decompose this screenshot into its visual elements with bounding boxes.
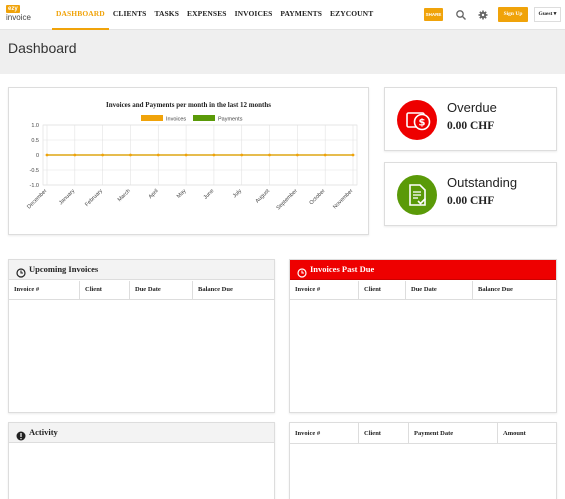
data-point — [212, 153, 216, 157]
clock-icon — [297, 265, 307, 278]
column-header[interactable]: Invoice # — [290, 423, 358, 444]
y-tick-label: 0.5 — [31, 138, 39, 144]
data-point — [73, 153, 77, 157]
chart-panel: Invoices and Payments per month in the l… — [8, 87, 369, 235]
data-point — [45, 153, 49, 157]
payments-table-header: Invoice # Client Payment Date Amount — [290, 423, 556, 444]
upcoming-invoices-title: Upcoming Invoices — [29, 264, 99, 274]
y-tick-label: 0 — [36, 153, 39, 159]
document-icon — [397, 175, 437, 215]
data-point — [101, 153, 105, 157]
nav-clients[interactable]: CLIENTS — [109, 0, 151, 30]
gear-icon[interactable] — [477, 8, 489, 20]
data-point — [268, 153, 271, 157]
upcoming-invoices-panel: Upcoming Invoices Invoice # Client Due D… — [8, 259, 275, 413]
top-navbar: ezy invoice DASHBOARD CLIENTS TASKS EXPE… — [0, 0, 565, 30]
search-icon[interactable] — [455, 8, 467, 20]
x-tick-label: June — [203, 188, 216, 201]
upcoming-table-header: Invoice # Client Due Date Balance Due — [9, 281, 274, 300]
column-header[interactable]: Client — [79, 281, 129, 299]
activity-title: Activity — [29, 427, 58, 437]
legend-swatch — [193, 115, 215, 121]
nav-expenses[interactable]: EXPENSES — [183, 0, 231, 30]
x-tick-label: March — [117, 188, 132, 203]
money-icon: $ — [397, 100, 437, 140]
invoices-payments-chart: Invoices Payments 1.0 0.5 0 -0.5 -1.0December J… — [26, 115, 358, 211]
signup-button[interactable]: Sign Up — [498, 7, 528, 22]
overdue-amount: 0.00 CHF — [447, 120, 495, 132]
x-tick-label: September — [276, 188, 299, 211]
outstanding-card[interactable]: Outstanding 0.00 CHF — [384, 162, 557, 226]
past-due-header: Invoices Past Due — [290, 260, 556, 280]
column-header[interactable]: Payment Date — [408, 423, 497, 444]
clock-icon — [16, 265, 26, 278]
column-header[interactable]: Due Date — [405, 281, 472, 299]
nav-invoices[interactable]: INVOICES — [231, 0, 277, 30]
exclamation-icon — [16, 428, 26, 441]
page-title: Dashboard — [8, 40, 77, 56]
nav-ezycount[interactable]: EZYCOUNT — [326, 0, 377, 30]
x-tick-label: May — [176, 188, 188, 200]
x-tick-label: October — [309, 188, 327, 206]
column-header[interactable]: Balance Due — [192, 281, 275, 299]
data-point — [129, 153, 132, 157]
data-point — [351, 153, 355, 157]
chart-title: Invoices and Payments per month in the l… — [106, 101, 271, 109]
upcoming-invoices-header: Upcoming Invoices — [9, 260, 274, 280]
activity-header: Activity — [9, 423, 274, 443]
nav-tasks[interactable]: TASKS — [150, 0, 183, 30]
y-tick-label: 1.0 — [31, 123, 39, 129]
guest-menu-button[interactable]: Guest ▾ — [534, 7, 561, 22]
overdue-card[interactable]: $ Overdue 0.00 CHF — [384, 87, 557, 151]
recent-payments-panel: Invoice # Client Payment Date Amount — [289, 422, 557, 499]
past-due-invoices-panel: Invoices Past Due Invoice # Client Due D… — [289, 259, 557, 413]
share-button[interactable]: SHARE — [424, 8, 443, 21]
data-point — [156, 153, 160, 157]
app-logo[interactable]: ezy invoice — [6, 5, 42, 25]
column-header[interactable]: Client — [358, 281, 405, 299]
x-tick-label: January — [58, 188, 76, 206]
activity-panel: Activity — [8, 422, 275, 499]
column-header[interactable]: Balance Due — [472, 281, 557, 299]
x-tick-label: April — [148, 188, 160, 200]
outstanding-amount: 0.00 CHF — [447, 195, 495, 207]
y-tick-label: -1.0 — [30, 183, 39, 189]
data-point — [323, 153, 327, 157]
x-tick-label: July — [232, 188, 243, 199]
legend-label: Payments — [218, 117, 243, 123]
data-point — [184, 153, 188, 157]
column-header[interactable]: Invoice # — [290, 281, 358, 299]
x-tick-label: November — [332, 188, 354, 210]
x-tick-label: February — [84, 188, 104, 208]
y-tick-label: -0.5 — [30, 168, 39, 174]
overdue-label: Overdue — [447, 100, 497, 115]
outstanding-label: Outstanding — [447, 175, 518, 190]
past-due-table-header: Invoice # Client Due Date Balance Due — [290, 281, 556, 300]
x-tick-label: December — [26, 188, 48, 210]
x-tick-label: August — [255, 188, 272, 205]
nav-payments[interactable]: PAYMENTS — [276, 0, 326, 30]
legend-swatch — [141, 115, 163, 121]
data-point — [295, 153, 299, 157]
svg-text:$: $ — [419, 118, 426, 129]
column-header[interactable]: Invoice # — [9, 281, 79, 299]
page-header: Dashboard — [0, 30, 565, 74]
past-due-title: Invoices Past Due — [310, 264, 375, 274]
nav-dashboard[interactable]: DASHBOARD — [52, 0, 109, 30]
legend-label: Invoices — [166, 117, 186, 123]
main-menu: DASHBOARD CLIENTS TASKS EXPENSES INVOICE… — [52, 0, 377, 30]
logo-badge: ezy — [6, 5, 20, 13]
logo-text: invoice — [6, 13, 31, 22]
column-header[interactable]: Due Date — [129, 281, 192, 299]
column-header[interactable]: Client — [358, 423, 408, 444]
data-point — [240, 153, 244, 157]
column-header[interactable]: Amount — [497, 423, 557, 444]
